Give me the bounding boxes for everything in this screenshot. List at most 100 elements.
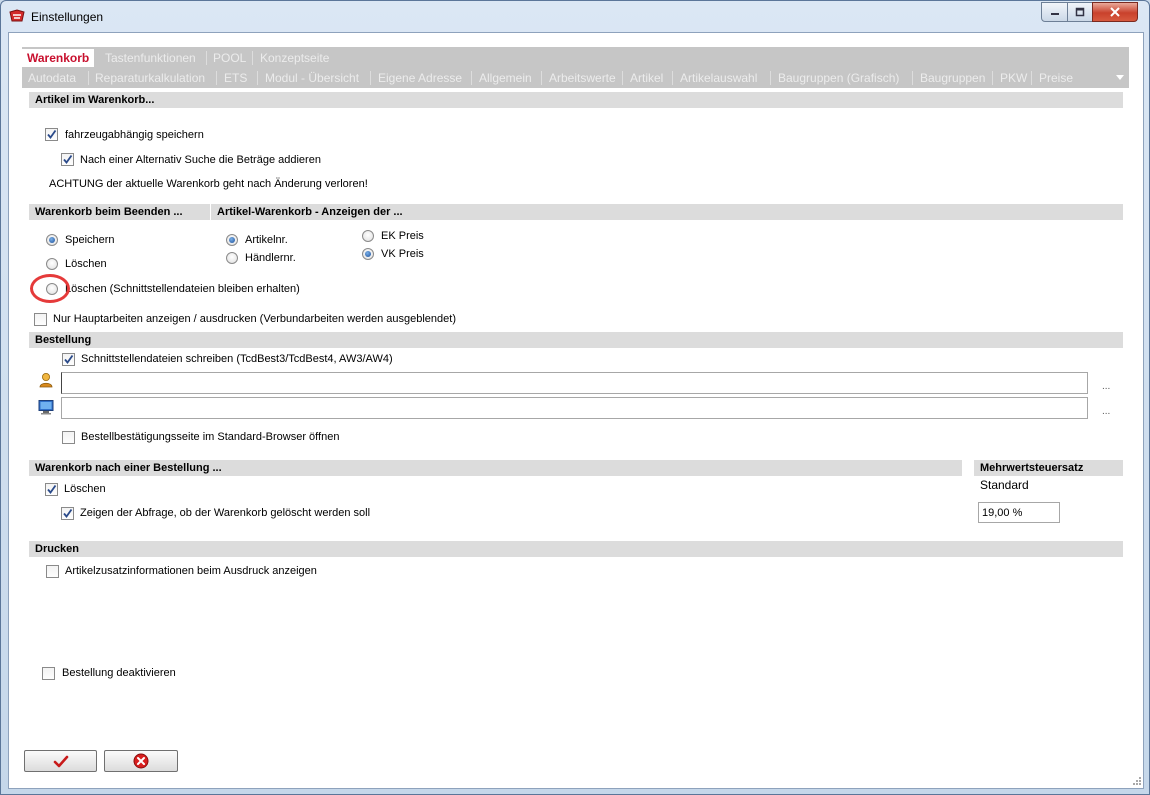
- red-highlight-circle: [30, 274, 70, 303]
- hauptarbeiten-label: Nur Hauptarbeiten anzeigen / ausdrucken …: [53, 313, 456, 325]
- tab-divider: [370, 71, 371, 85]
- section-nach-bestellung-header: Warenkorb nach einer Bestellung ...: [29, 460, 962, 476]
- artikelnr-radio[interactable]: [226, 234, 238, 246]
- cancel-button[interactable]: [104, 750, 178, 772]
- tab-reparaturkalkulation[interactable]: Reparaturkalkulation: [90, 69, 210, 87]
- tab-ets[interactable]: ETS: [219, 69, 252, 87]
- alternativ-summe-label: Nach einer Alternativ Suche die Beträge …: [80, 154, 321, 166]
- checkmark-icon: [53, 755, 68, 767]
- tab-warenkorb[interactable]: Warenkorb: [22, 49, 95, 67]
- user-field-browse-button[interactable]: ...: [1102, 381, 1110, 392]
- schnittstelle-checkbox[interactable]: [62, 353, 75, 366]
- tab-scroll-arrow-icon[interactable]: [1116, 75, 1124, 80]
- checkmark-icon: [63, 508, 73, 518]
- settings-content: Warenkorb Tastenfunktionen POOL Konzepts…: [8, 32, 1144, 789]
- haendlernr-radio[interactable]: [226, 252, 238, 264]
- vk-preis-radio[interactable]: [362, 248, 374, 260]
- beenden-loeschen-schnittstelle-label: Löschen (Schnittstellendateien bleiben e…: [65, 283, 300, 295]
- tab-autodata[interactable]: Autodata: [23, 69, 81, 87]
- tab-preise[interactable]: Preise: [1034, 69, 1078, 87]
- beenden-loeschen-radio[interactable]: [46, 258, 58, 270]
- tab-artikelauswahl[interactable]: Artikelauswahl: [675, 69, 762, 87]
- haendlernr-label: Händlernr.: [245, 252, 296, 264]
- user-icon: [39, 372, 53, 391]
- tab-arbeitswerte[interactable]: Arbeitswerte: [544, 69, 621, 87]
- section-anzeigen-header: Artikel-Warenkorb - Anzeigen der ...: [211, 204, 1123, 220]
- tab-baugruppen[interactable]: Baugruppen: [915, 69, 990, 87]
- tab-pkw[interactable]: PKW: [995, 69, 1032, 87]
- ok-button[interactable]: [24, 750, 97, 772]
- tab-divider: [992, 71, 993, 85]
- checkmark-icon: [47, 484, 57, 494]
- zusatzinfo-label: Artikelzusatzinformationen beim Ausdruck…: [65, 565, 317, 577]
- fahrzeugabhaengig-checkbox[interactable]: [45, 128, 58, 141]
- tab-divider: [541, 71, 542, 85]
- ek-preis-radio[interactable]: [362, 230, 374, 242]
- checkmark-icon: [63, 154, 73, 164]
- section-beenden-header: Warenkorb beim Beenden ...: [29, 204, 210, 220]
- fahrzeugabhaengig-label: fahrzeugabhängig speichern: [65, 129, 204, 141]
- nach-bestellung-loeschen-checkbox[interactable]: [45, 483, 58, 496]
- bestellung-user-field[interactable]: [61, 372, 1088, 394]
- title-bar[interactable]: Einstellungen: [1, 1, 1149, 33]
- computer-field-browse-button[interactable]: ...: [1102, 406, 1110, 417]
- computer-icon: [38, 399, 54, 418]
- tab-artikel[interactable]: Artikel: [625, 69, 668, 87]
- mwst-standard-label: Standard: [980, 478, 1029, 492]
- section-bestellung-header: Bestellung: [29, 332, 1123, 348]
- hauptarbeiten-checkbox[interactable]: [34, 313, 47, 326]
- checkmark-icon: [47, 129, 57, 139]
- beenden-speichern-radio[interactable]: [46, 234, 58, 246]
- schnittstelle-label: Schnittstellendateien schreiben (TcdBest…: [81, 353, 393, 365]
- nach-bestellung-loeschen-label: Löschen: [64, 483, 106, 495]
- settings-window: Einstellungen Warenkorb Tastenfunktionen…: [0, 0, 1150, 795]
- bestellung-deaktivieren-label: Bestellung deaktivieren: [62, 667, 176, 679]
- checkmark-icon: [64, 354, 74, 364]
- bestellung-computer-field[interactable]: [61, 397, 1088, 419]
- tab-eigene-adresse[interactable]: Eigene Adresse: [373, 69, 467, 87]
- maximize-icon: [1075, 7, 1085, 17]
- tab-divider: [1031, 71, 1032, 85]
- tab-divider: [622, 71, 623, 85]
- close-window-button[interactable]: [1092, 2, 1138, 22]
- minimize-icon: [1050, 13, 1059, 15]
- beenden-loeschen-label: Löschen: [65, 258, 107, 270]
- bestellung-deaktivieren-checkbox[interactable]: [42, 667, 55, 680]
- tab-divider: [216, 71, 217, 85]
- ek-preis-label: EK Preis: [381, 230, 424, 242]
- section-drucken-header: Drucken: [29, 541, 1123, 557]
- beenden-speichern-label: Speichern: [65, 234, 115, 246]
- warning-text: ACHTUNG der aktuelle Warenkorb geht nach…: [49, 178, 368, 190]
- browser-oeffnen-checkbox[interactable]: [62, 431, 75, 444]
- resize-grip-icon[interactable]: [1132, 776, 1142, 789]
- close-icon: [1110, 7, 1120, 17]
- abfrage-checkbox[interactable]: [61, 507, 74, 520]
- tab-baugruppen-grafisch[interactable]: Baugruppen (Grafisch): [773, 69, 904, 87]
- alternativ-summe-checkbox[interactable]: [61, 153, 74, 166]
- artikelnr-label: Artikelnr.: [245, 234, 288, 246]
- tab-allgemein[interactable]: Allgemein: [474, 69, 537, 87]
- tab-divider: [257, 71, 258, 85]
- abfrage-label: Zeigen der Abfrage, ob der Warenkorb gel…: [80, 507, 371, 519]
- vk-preis-label: VK Preis: [381, 248, 424, 260]
- cancel-icon: [133, 753, 149, 769]
- maximize-button[interactable]: [1067, 2, 1093, 22]
- window-title: Einstellungen: [31, 10, 104, 24]
- section-mwst-header: Mehrwertsteuersatz: [974, 460, 1123, 476]
- tab-tastenfunktionen[interactable]: Tastenfunktionen: [100, 49, 201, 67]
- tab-divider: [206, 51, 207, 65]
- tab-divider: [912, 71, 913, 85]
- tab-modul-uebersicht[interactable]: Modul - Übersicht: [260, 69, 364, 87]
- section-artikel-header: Artikel im Warenkorb...: [29, 92, 1123, 108]
- tab-divider: [471, 71, 472, 85]
- tab-divider: [252, 51, 253, 65]
- mwst-input[interactable]: 19,00 %: [978, 502, 1060, 523]
- tab-divider: [770, 71, 771, 85]
- tab-pool[interactable]: POOL: [208, 49, 251, 67]
- zusatzinfo-checkbox[interactable]: [46, 565, 59, 578]
- app-icon: [9, 9, 25, 23]
- browser-oeffnen-label: Bestellbestätigungsseite im Standard-Bro…: [81, 431, 340, 443]
- tab-konzeptseite[interactable]: Konzeptseite: [255, 49, 334, 67]
- minimize-button[interactable]: [1041, 2, 1068, 22]
- tab-divider: [672, 71, 673, 85]
